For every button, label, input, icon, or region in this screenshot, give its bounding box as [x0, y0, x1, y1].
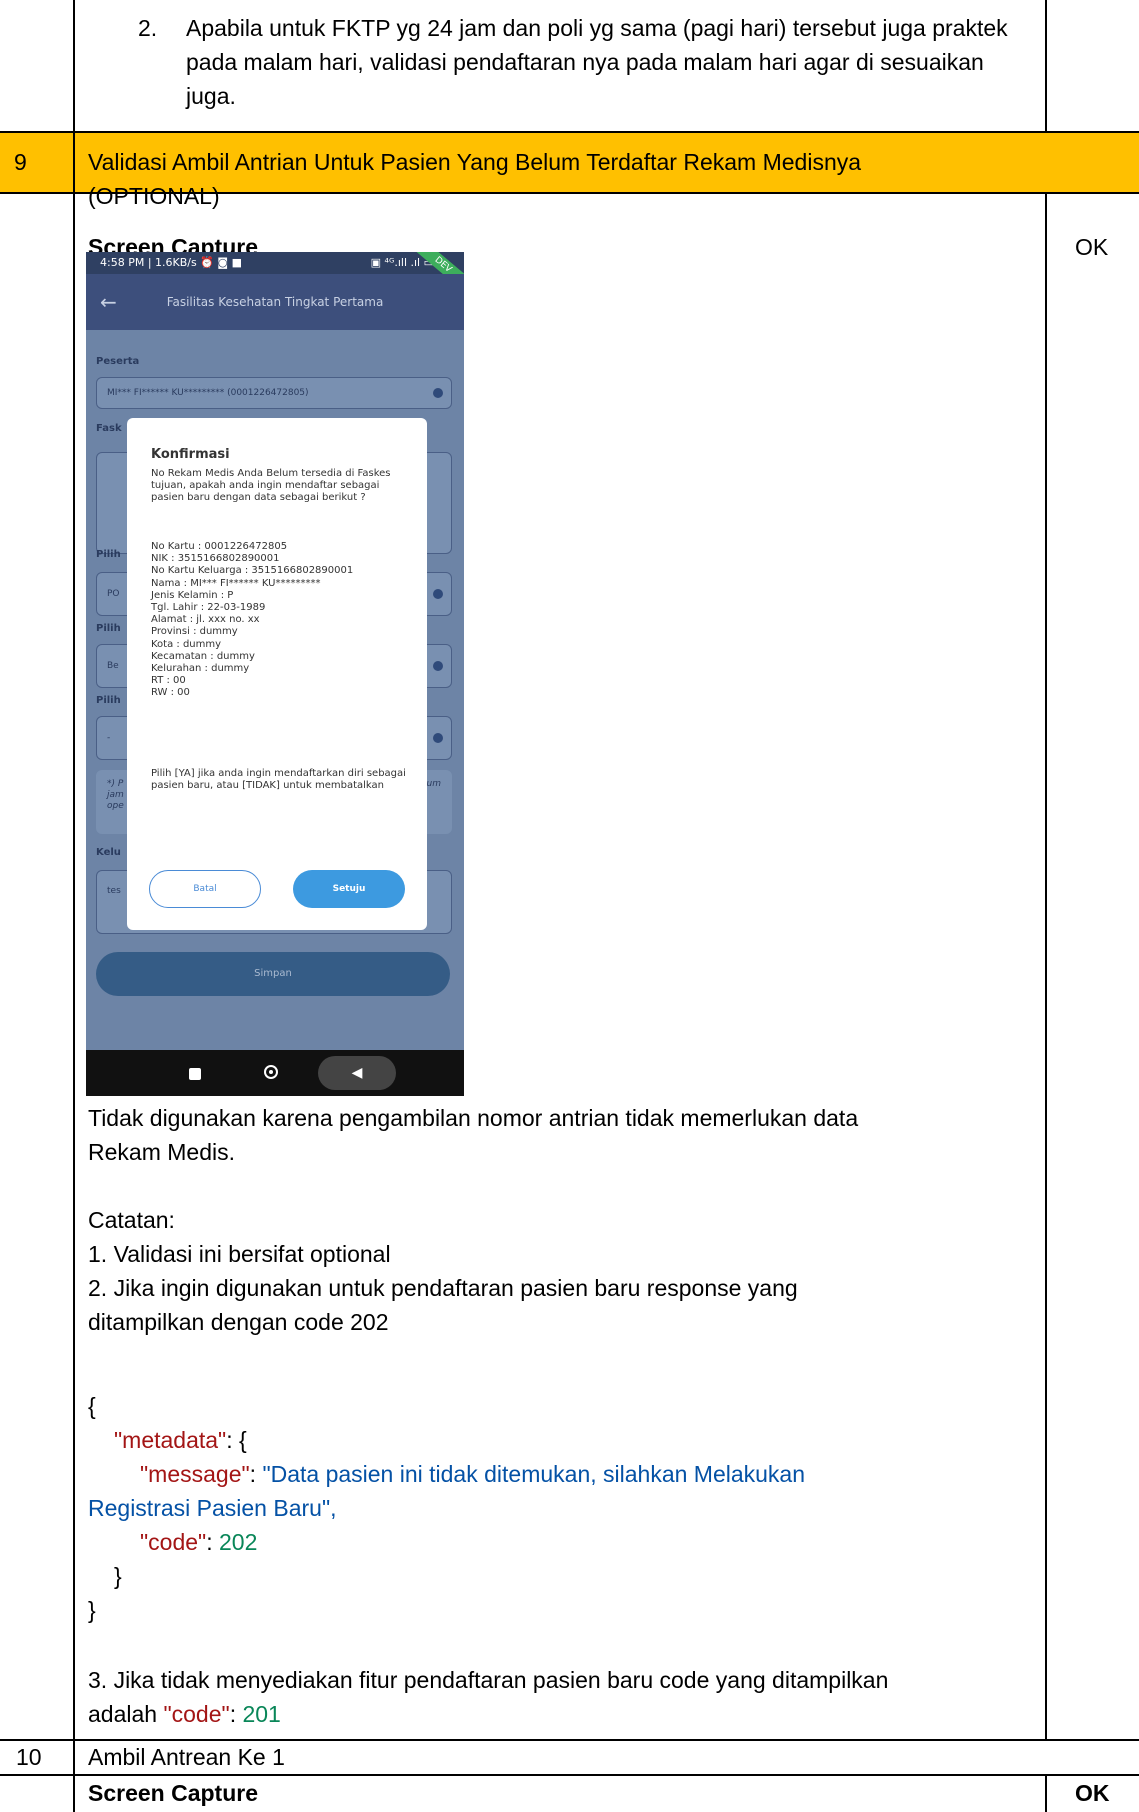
- keluhan-value: tes: [107, 886, 121, 896]
- json-number: 202: [219, 1529, 258, 1555]
- home-icon[interactable]: [264, 1065, 278, 1079]
- dialog-data-line: Kecamatan : dummy: [151, 650, 255, 662]
- json-line: "metadata": {: [88, 1423, 1038, 1457]
- dialog-data-line: Alamat : jl. xxx no. xx: [151, 614, 260, 626]
- json-string: Registrasi Pasien Baru": [88, 1495, 331, 1521]
- table-column-rule: [73, 0, 75, 1812]
- status-time: 4:58 PM | 1.6KB/s ⏰ ◙ ■: [100, 256, 242, 269]
- recents-icon[interactable]: [189, 1068, 201, 1080]
- dialog-intro: No Rekam Medis Anda Belum tersedia di Fa…: [151, 468, 391, 504]
- note-line: 2. Jika ingin digunakan untuk pendaftara…: [88, 1275, 798, 1301]
- description-line: Rekam Medis.: [88, 1139, 235, 1165]
- json-punct: :: [206, 1529, 219, 1555]
- json-string: "Data pasien ini tidak ditemukan, silahk…: [262, 1461, 806, 1487]
- dialog-data-line: Nama : MI*** FI****** KU*********: [151, 577, 321, 589]
- json-number: 201: [242, 1701, 281, 1727]
- json-punct: ,: [330, 1495, 337, 1521]
- dialog-data-line: No Kartu Keluarga : 3515166802890001: [151, 565, 354, 577]
- row10-number: 10: [16, 1744, 42, 1770]
- row9-description: Tidak digunakan karena pengambilan nomor…: [88, 1101, 1038, 1169]
- dialog-title: Konfirmasi: [151, 447, 230, 462]
- simpan-button[interactable]: Simpan: [96, 952, 450, 996]
- list-marker: 2.: [138, 15, 158, 41]
- note-line: 1. Validasi ini bersifat optional: [88, 1241, 391, 1267]
- pilih-label: Pilih: [96, 623, 121, 634]
- json-key: "code": [140, 1529, 207, 1555]
- json-punct: :: [249, 1461, 263, 1487]
- pilih-label: Pilih: [96, 549, 121, 560]
- setuju-button[interactable]: Setuju: [293, 870, 405, 908]
- table-column-rule: [1045, 0, 1047, 132]
- peserta-label: Peserta: [96, 356, 140, 367]
- row9-title-line: (OPTIONAL): [88, 183, 220, 209]
- tanggal-value: Be: [107, 661, 119, 671]
- row9-title-line: Validasi Ambil Antrian Untuk Pasien Yang…: [88, 149, 862, 175]
- peserta-value: MI*** FI****** KU********* (000122647280…: [107, 388, 309, 398]
- note-line: adalah "code": 201: [88, 1697, 1043, 1731]
- json-line: "code": 202: [88, 1525, 1038, 1559]
- poli-value: PO: [107, 589, 120, 599]
- nav-back-icon[interactable]: ◀: [318, 1056, 396, 1090]
- dropdown-icon: [433, 733, 443, 743]
- row9-number: 9: [14, 149, 27, 175]
- note-text-right: um: [426, 779, 441, 789]
- android-nav-bar: ◀: [86, 1050, 464, 1096]
- json-punct: : {: [226, 1427, 247, 1453]
- row10-title: Ambil Antrean Ke 1: [88, 1744, 285, 1770]
- dialog-data-line: RW : 00: [151, 687, 190, 699]
- dropdown-icon: [433, 589, 443, 599]
- batal-button[interactable]: Batal: [149, 870, 261, 908]
- table-column-rule: [1045, 192, 1047, 1739]
- description-line: Tidak digunakan karena pengambilan nomor…: [88, 1105, 859, 1131]
- info-icon: [433, 388, 443, 398]
- dropdown-icon: [433, 661, 443, 671]
- dialog-outro: Pilih [YA] jika anda ingin mendaftarkan …: [151, 768, 406, 792]
- note3: 3. Jika tidak menyediakan fitur pendafta…: [88, 1663, 1043, 1731]
- json-line: "message": "Data pasien ini tidak ditemu…: [88, 1457, 1038, 1491]
- jam-value: -: [107, 733, 111, 743]
- dialog-data-line: Kelurahan : dummy: [151, 663, 250, 675]
- dialog-data-line: RT : 00: [151, 675, 186, 687]
- json-line: Registrasi Pasien Baru",: [88, 1491, 1038, 1525]
- json-brace: }: [88, 1597, 96, 1623]
- app-bar-title: Fasilitas Kesehatan Tingkat Pertama: [166, 295, 384, 309]
- json-key: "metadata": [114, 1427, 227, 1453]
- note-line: ditampilkan dengan code 202: [88, 1309, 389, 1335]
- json-example: { "metadata": { "message": "Data pasien …: [88, 1389, 1038, 1627]
- dialog-data-line: Provinsi : dummy: [151, 626, 238, 638]
- catatan-block: Catatan: 1. Validasi ini bersifat option…: [88, 1203, 1038, 1339]
- dialog-data-line: Kota : dummy: [151, 638, 222, 650]
- json-key: "code": [163, 1701, 230, 1727]
- back-arrow-icon[interactable]: ←: [100, 274, 117, 330]
- json-brace: }: [114, 1563, 122, 1589]
- dialog-data-line: Tgl. Lahir : 22-03-1989: [151, 602, 266, 614]
- status-bar: 4:58 PM | 1.6KB/s ⏰ ◙ ■ ▣ ⁴ᴳ.ıll .ıl ▭: [86, 252, 464, 274]
- status-ok: OK: [1075, 234, 1109, 260]
- faskes-label: Fask: [96, 423, 122, 434]
- list-item-text: Apabila untuk FKTP yg 24 jam dan poli yg…: [186, 15, 1008, 109]
- app-bar: Fasilitas Kesehatan Tingkat Pertama ←: [86, 274, 464, 330]
- konfirmasi-dialog: Konfirmasi No Rekam Medis Anda Belum ter…: [127, 418, 427, 930]
- screen-capture-label: Screen Capture: [88, 1780, 259, 1806]
- json-punct: :: [229, 1701, 243, 1727]
- json-brace: {: [88, 1393, 96, 1419]
- note-text: adalah: [88, 1701, 164, 1727]
- dialog-data-line: No Kartu : 0001226472805: [151, 541, 288, 552]
- dialog-data-line: NIK : 3515166802890001: [151, 553, 280, 565]
- dialog-data-line: Jenis Kelamin : P: [151, 589, 234, 601]
- dialog-data-list: No Kartu : 0001226472805 NIK : 351516680…: [151, 541, 406, 700]
- catatan-label: Catatan:: [88, 1207, 175, 1233]
- peserta-field[interactable]: MI*** FI****** KU********* (000122647280…: [96, 377, 452, 409]
- status-ok: OK: [1075, 1780, 1110, 1806]
- keluhan-label: Kelu: [96, 847, 121, 858]
- json-key: "message": [140, 1461, 250, 1487]
- table-rule: [0, 131, 1139, 133]
- note-text: *) P jam ope: [107, 779, 124, 811]
- phone-screenshot: 4:58 PM | 1.6KB/s ⏰ ◙ ■ ▣ ⁴ᴳ.ıll .ıl ▭ D…: [86, 252, 464, 1096]
- row9-title: Validasi Ambil Antrian Untuk Pasien Yang…: [88, 145, 1128, 213]
- table-column-rule: [1045, 1774, 1047, 1812]
- pilih-label: Pilih: [96, 695, 121, 706]
- note-line: 3. Jika tidak menyediakan fitur pendafta…: [88, 1667, 889, 1693]
- document-page: 2. Apabila untuk FKTP yg 24 jam dan poli…: [0, 0, 1139, 1812]
